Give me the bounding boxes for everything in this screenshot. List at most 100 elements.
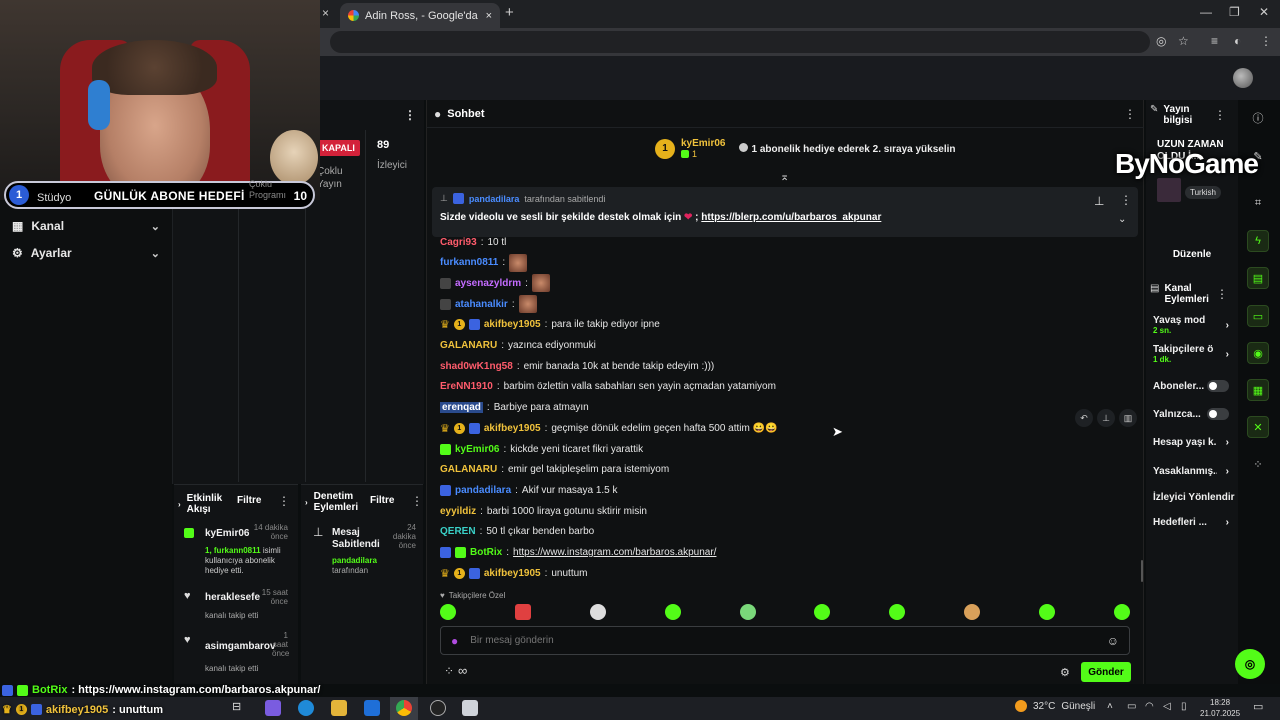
edge-icon[interactable] [298,700,314,716]
chat-username[interactable]: GALANARU [440,464,497,475]
more-icon[interactable]: ⋮ [1214,108,1226,122]
activity-name[interactable]: heraklesefe [205,592,260,603]
emote-icon[interactable] [664,604,681,620]
subscribers-only-toggle[interactable] [1207,380,1229,392]
eye-off-icon[interactable]: ◎ [1156,34,1166,48]
help-button[interactable]: ◎ [1235,649,1265,679]
chat-username[interactable]: shad0wK1ng58 [440,361,513,372]
emote-icon[interactable] [440,604,456,620]
previous-tab-close-icon[interactable]: × [322,6,329,20]
edit-button[interactable]: Düzenle [1152,243,1232,265]
battery-icon[interactable]: ▯ [1181,701,1187,712]
pinned-link[interactable]: https://blerp.com/u/barbaros_akpunar [701,212,881,223]
clock[interactable]: 18:28 21.07.2025 [1200,697,1240,719]
emote-icon[interactable] [889,604,906,620]
chat-username[interactable]: Cagri93 [440,237,477,248]
close-window-button[interactable]: ✕ [1259,5,1269,19]
browser-tab[interactable]: Adin Ross, - Google'da Ara × [340,3,500,28]
avatar[interactable] [1233,68,1253,88]
chat-icon[interactable]: ▭ [1247,305,1269,327]
sidebar-item-ayarlar[interactable]: ⚙ Ayarlar ⌄ [12,246,160,260]
volume-icon[interactable]: ◁ [1163,701,1171,712]
pinned-by-user[interactable]: pandadilara [469,194,520,204]
dots-icon[interactable]: ⁘ [1247,453,1269,475]
filter-button[interactable]: Filtre [237,495,261,506]
star-icon[interactable]: ☆ [1178,34,1189,48]
emote-icon[interactable] [514,604,531,620]
chat-settings-icon[interactable]: ⚙ [1060,666,1070,679]
raid-setting[interactable]: İzleyici Yönlendir [1153,492,1237,503]
broadcast-icon[interactable]: ◉ [1247,342,1269,364]
chrome-icon[interactable] [396,700,412,716]
chat-username[interactable]: erenqad [440,402,483,414]
emote-icon[interactable] [1039,604,1055,620]
crop-icon[interactable]: ⌗ [1247,192,1269,214]
banned-words-setting[interactable]: Yasaklanmış... › [1153,466,1229,477]
queue-icon[interactable]: ≡ [1211,34,1218,48]
minimize-button[interactable]: — [1200,5,1212,19]
chat-username[interactable]: akifbey1905 [484,568,541,579]
app-icon[interactable] [265,700,281,716]
task-view-icon[interactable]: ⊟ [232,700,248,716]
chat-username[interactable]: GALANARU [440,340,497,351]
chat-username[interactable]: BotRix [470,547,502,558]
weather-widget[interactable]: 32°C Güneşli [1015,700,1095,712]
profile-icon[interactable]: ◐ [1234,34,1241,48]
explorer-icon[interactable] [331,700,347,716]
layout-icon[interactable]: ▦ [1247,379,1269,401]
wifi-icon[interactable]: ◠ [1145,701,1154,712]
chat-text[interactable]: https://www.instagram.com/barbaros.akpun… [513,547,716,558]
chevron-down-icon[interactable]: ⌄ [1118,214,1126,225]
microphone-icon[interactable]: ● [451,634,458,648]
gift-leader-user[interactable]: kyEmir06 [681,138,725,149]
emote-icon[interactable] [589,604,606,620]
subscribers-only-setting[interactable]: Aboneler... [1153,380,1229,392]
reply-icon[interactable]: ↶ [1075,409,1093,427]
more-icon[interactable]: ⋮ [278,494,290,508]
collapse-icon[interactable]: ⌅ [780,170,789,183]
sidebar-item-kanal[interactable]: ▦ Kanal ⌄ [12,219,160,233]
tray-chevron-icon[interactable]: ˄ [1107,701,1113,712]
more-icon[interactable]: ⋮ [1120,193,1132,207]
more-icon[interactable]: ⋮ [411,494,423,508]
chat-username[interactable]: atahanalkir [455,299,508,310]
more-icon[interactable]: ⋮ [404,108,416,122]
emote-icon[interactable] [1113,604,1130,620]
chat-username[interactable]: akifbey1905 [484,319,541,330]
mod-action-user[interactable]: pandadilara [332,556,377,565]
chat-username[interactable]: QEREN [440,526,476,537]
chat-username[interactable]: eyyildiz [440,506,476,517]
emoji-icon[interactable]: ☺ [1107,634,1119,648]
chat-username[interactable]: EreNN1910 [440,381,493,392]
emote-icon[interactable] [964,604,981,620]
emotes-only-setting[interactable]: Yalnızca... [1153,408,1229,420]
delete-icon[interactable]: ▥ [1119,409,1137,427]
restore-button[interactable]: ❐ [1229,5,1240,19]
emotes-only-toggle[interactable] [1207,408,1229,420]
app-icon[interactable] [462,700,478,716]
points-icon[interactable]: ⁘ [444,664,454,678]
address-bar[interactable] [330,31,1150,53]
account-age-setting[interactable]: Hesap yaşı k... › [1153,437,1229,448]
followers-only-setting[interactable]: Takipçilere ö...1 dk. › [1153,344,1229,364]
obs-icon[interactable] [430,700,446,716]
pin-icon[interactable]: ⊥ [1097,409,1115,427]
outlook-icon[interactable] [364,700,380,716]
more-icon[interactable]: ⋮ [1260,34,1272,48]
lightning-icon[interactable]: ϟ [1247,230,1269,252]
chat-username[interactable]: kyEmir06 [455,444,499,455]
chat-username[interactable]: furkann0811 [440,257,498,268]
notification-icon[interactable]: ▭ [1253,700,1263,713]
message-field[interactable] [470,635,1095,646]
more-icon[interactable]: ⋮ [1216,287,1228,301]
slow-mode-setting[interactable]: Yavaş mod 2 sn. › [1153,315,1229,335]
chat-username[interactable]: aysenazyldrm [455,278,521,289]
filter-button[interactable]: Filtre [370,495,394,506]
network-icon[interactable]: ▭ [1127,701,1136,712]
send-button[interactable]: Gönder [1081,662,1131,682]
chat-username[interactable]: akifbey1905 [484,423,541,434]
chat-scrollbar[interactable] [1141,560,1143,582]
pin-toggle-icon[interactable]: ⊥ [1094,194,1104,208]
info-icon[interactable]: ⓘ [1247,107,1269,129]
activity-name[interactable]: kyEmir06 [205,528,249,539]
